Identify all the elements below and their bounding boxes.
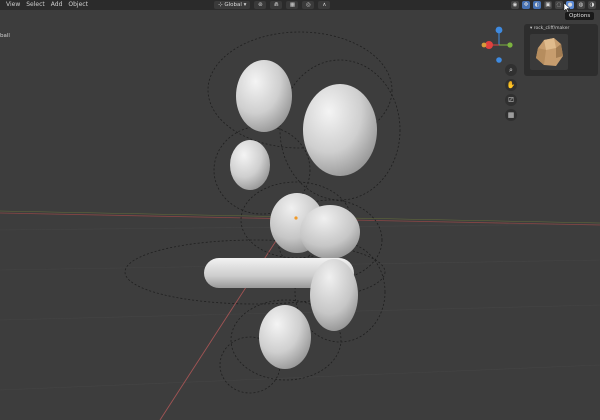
proportional-edit-button[interactable]: ◎: [302, 1, 315, 9]
zoom-button[interactable]: ⌕: [505, 64, 517, 76]
wireframe-shading-button[interactable]: ◌: [555, 1, 563, 9]
transform-controls: ⊹ Global ▾ ⊚ ⋒ ▦ ◎ ∧: [214, 0, 331, 10]
asset-thumbnail[interactable]: [530, 34, 568, 70]
xray-icon: ▣: [545, 2, 551, 8]
snap-target-button[interactable]: ▦: [286, 1, 299, 9]
viewport-header: View Select Add Object ⊹ Global ▾ ⊚ ⋒ ▦ …: [0, 0, 600, 10]
navigation-gizmo[interactable]: [480, 24, 520, 64]
falloff-button[interactable]: ∧: [318, 1, 331, 9]
menu-view[interactable]: View: [6, 0, 20, 10]
menu-select[interactable]: Select: [26, 0, 45, 10]
metaball-middle-left: [230, 140, 270, 190]
proportional-icon: ◎: [306, 2, 311, 8]
metaball-mesh: [204, 60, 377, 369]
grid-perspective-icon: ▦: [507, 111, 515, 119]
gizmo-y-axis-icon: [507, 42, 513, 48]
material-shading-button[interactable]: ◍: [577, 1, 585, 9]
perspective-toggle-button[interactable]: ▦: [505, 109, 517, 121]
material-icon: ◍: [578, 2, 584, 8]
asset-title: ▾ rock_cliff/maker: [530, 26, 569, 31]
metaball-bottom: [259, 305, 311, 369]
orientation-label: Global: [224, 2, 242, 8]
metaball-top-left: [236, 60, 292, 132]
chevron-down-icon: ▾: [530, 26, 533, 31]
eye-icon: ◉: [512, 2, 518, 8]
overlay-toggle-button[interactable]: ◐: [533, 1, 541, 9]
blender-3d-viewport-window: View Select Add Object ⊹ Global ▾ ⊚ ⋒ ▦ …: [0, 0, 600, 420]
gizmo-neg-x-axis-icon: [481, 42, 487, 48]
transform-orientation-dropdown[interactable]: ⊹ Global ▾: [214, 1, 251, 9]
orientation-icon: ⊹: [218, 2, 223, 8]
menu-add[interactable]: Add: [51, 0, 63, 10]
gizmo-icon: ✥: [523, 2, 529, 8]
pivot-point-button[interactable]: ⊚: [254, 1, 267, 9]
gizmo-z-axis-icon: [495, 26, 503, 34]
xray-toggle-button[interactable]: ▣: [544, 1, 552, 9]
rock-thumbnail-image: [536, 38, 563, 66]
falloff-icon: ∧: [322, 2, 327, 8]
object-name-label: ball: [0, 33, 10, 39]
viewport-shading-controls: ◉ ✥ ◐ ▣ ◌ ● ◍ ◑: [511, 0, 596, 10]
menu-object[interactable]: Object: [68, 0, 88, 10]
camera-view-button[interactable]: ⎚: [505, 94, 517, 106]
asset-name: rock_cliff/maker: [533, 26, 570, 31]
magnet-icon: ⋒: [274, 2, 279, 8]
object-origin-dot: [294, 216, 298, 220]
wireframe-icon: ◌: [556, 2, 562, 8]
options-tooltip: Options: [565, 12, 595, 20]
rendered-shading-button[interactable]: ◑: [588, 1, 596, 9]
grid-icon: ▦: [289, 2, 296, 8]
asset-preview-panel[interactable]: ▾ rock_cliff/maker: [524, 24, 598, 76]
pan-button[interactable]: ✋: [505, 79, 517, 91]
viewport-navigation-tools: ⌕ ✋ ⎚ ▦: [505, 64, 517, 121]
gizmo-toggle-button[interactable]: ✥: [522, 1, 530, 9]
snap-toggle-button[interactable]: ⋒: [270, 1, 283, 9]
hand-icon: ✋: [506, 81, 516, 89]
rendered-icon: ◑: [589, 2, 595, 8]
camera-icon: ⎚: [508, 95, 514, 104]
metaball-top-right: [303, 84, 377, 176]
pivot-icon: ⊚: [258, 2, 263, 8]
visibility-button[interactable]: ◉: [511, 1, 519, 9]
gizmo-neg-z-axis-icon: [496, 57, 502, 63]
chevron-down-icon: ▾: [243, 2, 247, 8]
magnifier-icon: ⌕: [509, 65, 513, 74]
overlay-icon: ◐: [534, 2, 540, 8]
